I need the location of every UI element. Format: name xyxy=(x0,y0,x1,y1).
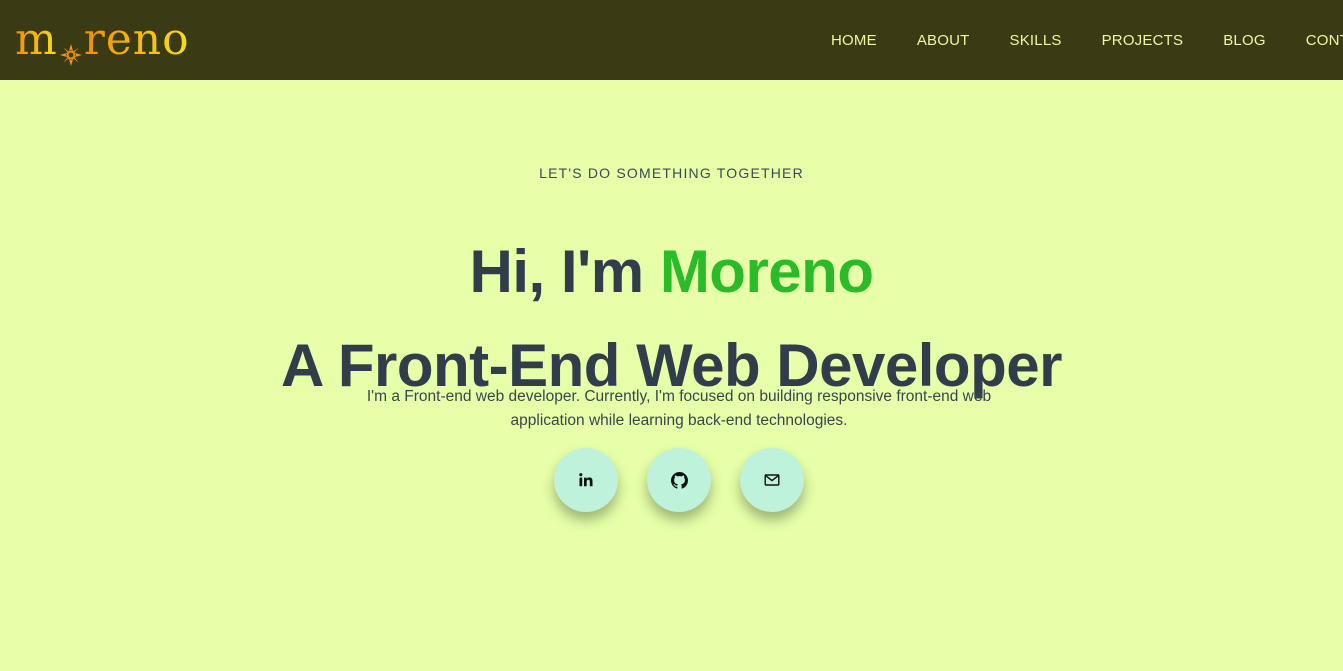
nav-contact[interactable]: CONTACT xyxy=(1306,32,1343,49)
github-icon xyxy=(670,471,688,489)
logo-text-end: reno xyxy=(83,14,190,65)
linkedin-button[interactable] xyxy=(554,448,618,512)
email-button[interactable] xyxy=(740,448,804,512)
hero-greeting: Hi, I'm Moreno xyxy=(0,232,1343,312)
nav-blog[interactable]: BLOG xyxy=(1223,32,1265,49)
linkedin-icon xyxy=(578,472,594,488)
intro-line-2: application while learning back-end tech… xyxy=(510,411,848,429)
hero-intro: I'm a Front-end web developer. Currently… xyxy=(330,385,1028,433)
site-logo[interactable]: m reno xyxy=(15,12,190,68)
github-button[interactable] xyxy=(647,448,711,512)
intro-line-1: I'm a Front-end web developer. Currently… xyxy=(366,387,992,405)
hero-eyebrow: LET'S DO SOMETHING TOGETHER xyxy=(539,165,804,181)
hero-section: LET'S DO SOMETHING TOGETHER Hi, I'm More… xyxy=(0,80,1343,671)
social-links xyxy=(554,448,804,512)
nav-home[interactable]: HOME xyxy=(831,32,877,49)
mail-icon xyxy=(764,472,780,488)
navbar: m reno HOME ABOUT SKILLS PROJECTS BLOG C… xyxy=(0,0,1343,80)
nav-about[interactable]: ABOUT xyxy=(917,32,970,49)
nav-projects[interactable]: PROJECTS xyxy=(1102,32,1184,49)
main-nav: HOME ABOUT SKILLS PROJECTS BLOG CONTACT xyxy=(831,0,1343,80)
greeting-text: Hi, I'm xyxy=(469,238,660,306)
logo-text-start: m xyxy=(15,14,58,65)
nav-skills[interactable]: SKILLS xyxy=(1010,32,1062,49)
sun-logo-icon xyxy=(59,31,83,66)
hero-name: Moreno xyxy=(659,238,874,306)
